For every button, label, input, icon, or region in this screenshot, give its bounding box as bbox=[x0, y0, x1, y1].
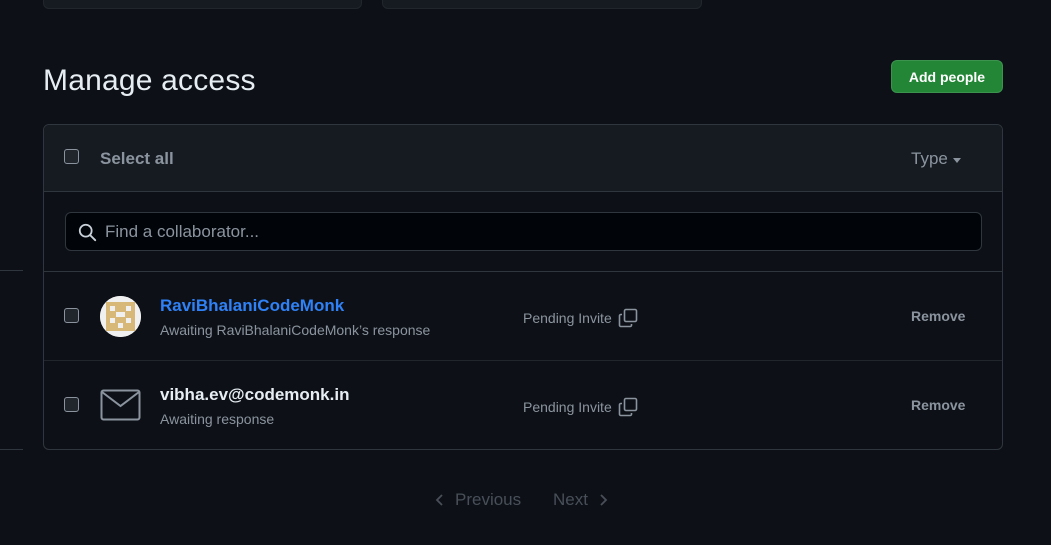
row-checkbox[interactable] bbox=[64, 397, 79, 412]
collaborator-row: vibha.ev@codemonk.in Awaiting response P… bbox=[44, 361, 1002, 449]
top-card-right bbox=[382, 0, 702, 9]
collaborator-subtitle: Awaiting RaviBhalaniCodeMonk’s response bbox=[160, 322, 431, 338]
copy-icon[interactable] bbox=[618, 308, 638, 328]
caret-down-icon bbox=[952, 157, 961, 163]
next-label: Next bbox=[553, 490, 588, 509]
search-input[interactable] bbox=[105, 213, 965, 250]
remove-button[interactable]: Remove bbox=[911, 397, 965, 413]
invite-status-label: Pending Invite bbox=[523, 310, 612, 326]
chevron-left-icon bbox=[435, 494, 443, 506]
search-section bbox=[44, 192, 1002, 272]
identicon-graphic bbox=[100, 296, 141, 337]
copy-icon[interactable] bbox=[618, 397, 638, 417]
search-field[interactable] bbox=[65, 212, 982, 251]
page-title: Manage access bbox=[43, 64, 256, 97]
collaborator-name-link[interactable]: RaviBhalaniCodeMonk bbox=[160, 296, 344, 316]
select-all-label: Select all bbox=[100, 149, 174, 168]
left-divider bbox=[0, 449, 23, 450]
top-card-left bbox=[43, 0, 362, 9]
row-checkbox[interactable] bbox=[64, 308, 79, 323]
mail-icon bbox=[100, 389, 141, 421]
manage-access-page: Manage access Add people Select all Type bbox=[0, 0, 1051, 545]
invite-status-label: Pending Invite bbox=[523, 399, 612, 415]
pagination: Previous Next bbox=[0, 490, 1051, 512]
search-icon bbox=[78, 223, 97, 242]
identicon-avatar[interactable] bbox=[100, 296, 141, 337]
select-all-checkbox[interactable] bbox=[64, 149, 79, 164]
collaborator-subtitle: Awaiting response bbox=[160, 411, 275, 427]
previous-page-button[interactable]: Previous bbox=[435, 490, 521, 510]
collaborators-box: Select all Type Find a collaborator... R… bbox=[43, 124, 1003, 450]
previous-label: Previous bbox=[455, 490, 522, 509]
chevron-right-icon bbox=[600, 494, 608, 506]
collaborators-header: Select all Type bbox=[44, 125, 1002, 192]
collaborator-row: RaviBhalaniCodeMonk Awaiting RaviBhalani… bbox=[44, 272, 1002, 361]
collaborator-email: vibha.ev@codemonk.in bbox=[160, 385, 350, 404]
invite-status: Pending Invite bbox=[523, 397, 638, 417]
left-divider bbox=[0, 270, 23, 271]
remove-button[interactable]: Remove bbox=[911, 308, 965, 324]
next-page-button[interactable]: Next bbox=[553, 490, 608, 510]
add-people-button[interactable]: Add people bbox=[891, 60, 1003, 93]
type-filter-label: Type bbox=[911, 149, 948, 168]
type-filter-dropdown[interactable]: Type bbox=[911, 149, 961, 169]
invite-status: Pending Invite bbox=[523, 308, 638, 328]
